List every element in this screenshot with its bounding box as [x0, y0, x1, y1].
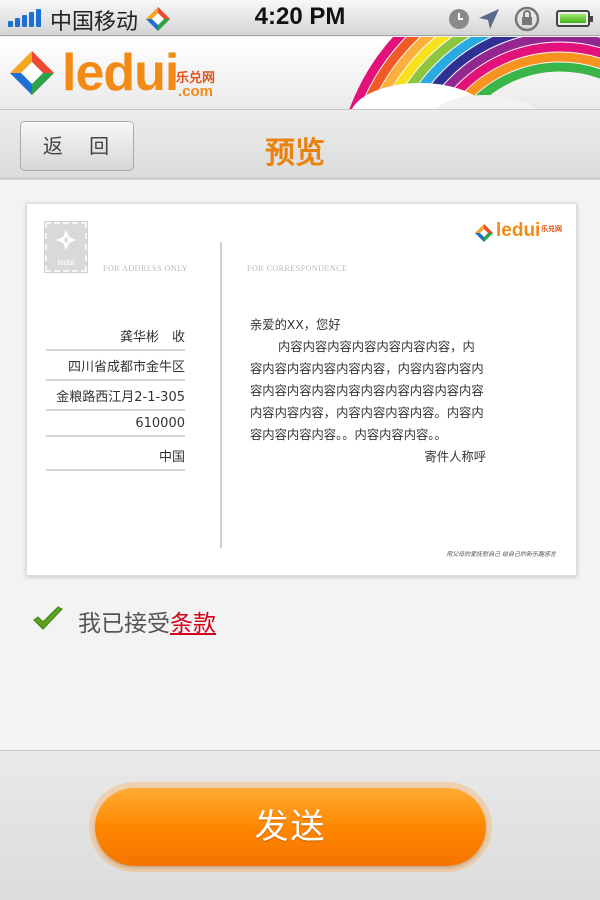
logo-domain: .com	[178, 83, 214, 100]
send-button[interactable]: 发送	[95, 788, 486, 866]
correspondence-header: FOR CORRESPONDENCE	[247, 264, 348, 273]
terms-prefix: 我已接受	[78, 611, 170, 637]
stamp-label: ledui	[57, 258, 75, 267]
nav-bar: 返 回 预览	[0, 110, 600, 180]
ledui-logo-icon	[10, 51, 54, 95]
postcard-preview: ledui FOR ADDRESS ONLY FOR CORRESPONDENC…	[26, 203, 577, 576]
address-header: FOR ADDRESS ONLY	[103, 264, 188, 273]
stamp-star-icon	[56, 230, 76, 250]
checkmark-icon[interactable]	[32, 605, 64, 633]
status-bar: 中国移动 4:20 PM	[0, 0, 600, 36]
address-line-district: 四川省成都市金牛区	[46, 356, 185, 381]
ledui-small-logo-icon	[475, 224, 493, 242]
letter-signature: 寄件人称呼	[424, 450, 487, 464]
page-title: 预览	[265, 136, 325, 171]
rotation-lock-icon	[514, 6, 540, 32]
rainbow-decoration	[349, 37, 600, 109]
address-line-country: 中国	[46, 446, 185, 471]
logo-wordmark: ledui	[62, 44, 179, 102]
letter-body: 内容内容内容内容内容内容内容，内容内容内容内容内容内容，内容内容内容内容内容内容…	[250, 340, 484, 442]
alarm-icon	[449, 9, 469, 29]
postcard-logo: ledui 乐兑网	[475, 220, 565, 245]
postcard-footer-note: 用父母的爱抚慰自己 给自己的新乐趣感言	[446, 551, 556, 558]
letter-greeting: 亲爱的XX，您好	[250, 318, 341, 332]
battery-icon	[556, 10, 593, 27]
address-line-recipient: 龚华彬 收	[46, 326, 185, 351]
postcard-logo-sub: 乐兑网	[541, 225, 562, 233]
address-line-postcode: 610000	[46, 416, 185, 437]
address-line-street: 金粮路西江月2-1-305	[46, 386, 185, 411]
terms-link[interactable]: 条款	[170, 611, 216, 637]
letter-content: 亲爱的XX，您好 内容内容内容内容内容内容内容，内容内容内容内容内容内容，内容内…	[250, 314, 486, 468]
location-arrow-icon	[479, 9, 499, 29]
terms-label: 我已接受条款	[78, 604, 216, 638]
postcard-divider	[220, 242, 222, 548]
brand-header: ledui 乐兑网 .com	[0, 37, 600, 110]
postcard-logo-text: ledui	[496, 220, 541, 241]
bottom-bar: 发送	[0, 750, 600, 900]
back-button[interactable]: 返 回	[20, 121, 134, 171]
stamp-placeholder: ledui	[44, 221, 88, 273]
